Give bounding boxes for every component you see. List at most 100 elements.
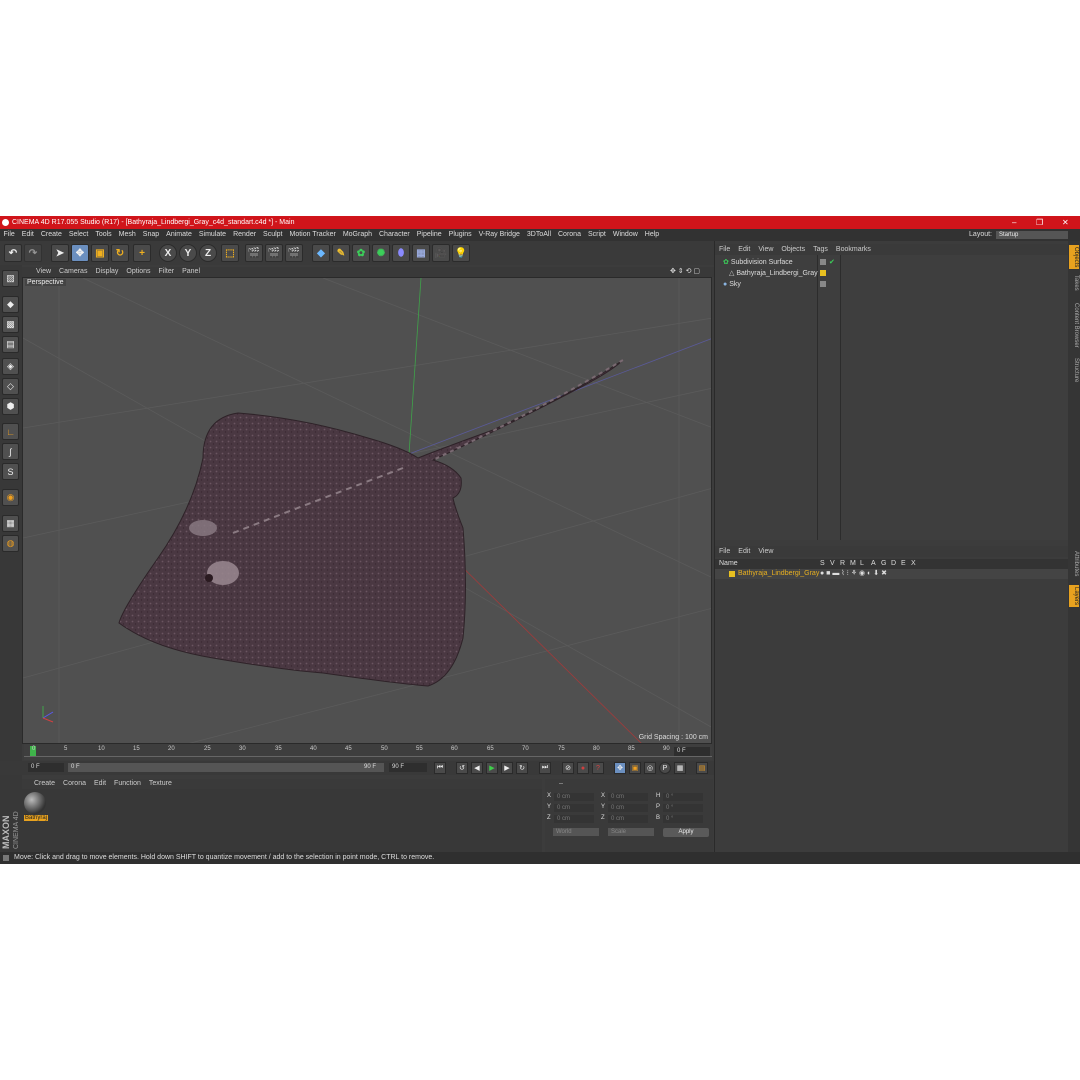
object-row-sky[interactable]: ● Sky [723, 280, 741, 290]
visibility-toggle-icon[interactable] [820, 259, 826, 265]
menu-sculpt[interactable]: Sculpt [260, 229, 286, 241]
current-frame-field[interactable]: 0 F [28, 763, 64, 772]
menu-mograph[interactable]: MoGraph [339, 229, 375, 241]
menu-animate[interactable]: Animate [163, 229, 196, 241]
vp-menu-cameras[interactable]: Cameras [55, 267, 91, 277]
apply-button[interactable]: Apply [663, 828, 709, 837]
coord-pos-y-field[interactable]: 0 cm [554, 804, 594, 812]
close-button[interactable]: ✕ [1062, 216, 1069, 229]
spline-pen-icon[interactable]: ✎ [332, 244, 350, 262]
tab-attributes[interactable]: Attributes [1069, 548, 1079, 580]
coordinate-system-icon[interactable]: ⬚ [221, 244, 239, 262]
frame-range-slider[interactable]: 0 F 90 F [68, 763, 384, 772]
menu-simulate[interactable]: Simulate [195, 229, 229, 241]
visibility-toggle-icon[interactable] [820, 281, 826, 287]
mat-menu-texture[interactable]: Texture [145, 779, 176, 789]
go-to-end-icon[interactable]: ⏭ [539, 762, 551, 774]
key-param-icon[interactable]: P [659, 762, 671, 774]
axis-mode-icon[interactable]: ∟ [2, 423, 19, 440]
tab-takes[interactable]: Takes [1069, 273, 1079, 293]
menu-vray-bridge[interactable]: V-Ray Bridge [475, 229, 523, 241]
undo-icon[interactable]: ↶ [4, 244, 22, 262]
autokey-icon[interactable]: ● [577, 762, 589, 774]
layer-name[interactable]: Bathyraja_Lindbergi_Gray [738, 569, 819, 579]
scale-tool-icon[interactable]: ▣ [91, 244, 109, 262]
render-settings-icon[interactable]: 🎬 [285, 244, 303, 262]
om-menu-view[interactable]: View [754, 244, 777, 255]
menu-select[interactable]: Select [65, 229, 91, 241]
render-view-icon[interactable]: 🎬 [245, 244, 263, 262]
viewport-nav-icons[interactable]: ✥ ⇕ ⟲ ▢ [670, 267, 700, 277]
menu-3dtoall[interactable]: 3DToAll [523, 229, 554, 241]
coord-rot-p-field[interactable]: 0 ° [663, 804, 703, 812]
coord-pos-x-field[interactable]: 0 cm [554, 793, 594, 801]
edges-mode-icon[interactable]: ◇ [2, 378, 19, 395]
tab-layers[interactable]: Layers [1069, 585, 1079, 607]
menu-window[interactable]: Window [609, 229, 641, 241]
key-rotation-icon[interactable]: ◎ [644, 762, 656, 774]
make-editable-icon[interactable]: ▨ [2, 270, 19, 287]
array-mograph-icon[interactable]: ✺ [372, 244, 390, 262]
coord-size-z-field[interactable]: 0 cm [608, 815, 648, 823]
coord-mode-world-select[interactable]: World [553, 828, 599, 836]
rotate-tool-icon[interactable]: ↻ [111, 244, 129, 262]
select-cursor-icon[interactable]: ➤ [51, 244, 69, 262]
camera-icon[interactable]: 🎥 [432, 244, 450, 262]
lm-menu-edit[interactable]: Edit [734, 546, 754, 557]
coord-rot-b-field[interactable]: 0 ° [663, 815, 703, 823]
menu-help[interactable]: Help [641, 229, 662, 241]
tab-content-browser[interactable]: Content Browser [1069, 297, 1079, 353]
menu-corona[interactable]: Corona [555, 229, 585, 241]
om-menu-edit[interactable]: Edit [734, 244, 754, 255]
menu-snap[interactable]: Snap [139, 229, 162, 241]
timeline-ruler[interactable]: 0 5 10 15 20 25 30 35 40 45 50 55 60 65 … [24, 744, 712, 760]
menu-create[interactable]: Create [37, 229, 65, 241]
snap-icon[interactable]: S [2, 463, 19, 480]
mat-menu-corona[interactable]: Corona [59, 779, 90, 789]
layout-select[interactable]: Startup [996, 231, 1068, 239]
timeline-end-field[interactable]: 0 F [674, 747, 710, 756]
menu-motion-tracker[interactable]: Motion Tracker [286, 229, 339, 241]
object-row-subdivision[interactable]: ✿ Subdivision Surface [723, 258, 793, 268]
layer-flags-icon[interactable]: ● ■ ▬ ⌇ ⁝ ⚘ ◉ ◐ ⬇ ✖ [820, 569, 887, 579]
texture-mode-icon[interactable]: ▩ [2, 316, 19, 333]
mat-menu-function[interactable]: Function [110, 779, 145, 789]
next-key-icon[interactable]: ↻ [516, 762, 528, 774]
key-position-icon[interactable]: ✥ [614, 762, 626, 774]
play-forward-icon[interactable]: ▶ [486, 762, 498, 774]
vp-menu-filter[interactable]: Filter [155, 267, 179, 277]
menu-tools[interactable]: Tools [92, 229, 115, 241]
move-tool-icon[interactable]: ✥ [71, 244, 89, 262]
om-menu-tags[interactable]: Tags [809, 244, 832, 255]
om-menu-file[interactable]: File [715, 244, 734, 255]
tab-structure[interactable]: Structure [1069, 355, 1079, 385]
coord-size-y-field[interactable]: 0 cm [608, 804, 648, 812]
deformer-icon[interactable]: ⬮ [392, 244, 410, 262]
locked-workplane-icon[interactable]: ◍ [2, 535, 19, 552]
menu-render[interactable]: Render [230, 229, 260, 241]
layer-color-icon[interactable] [820, 270, 826, 276]
light-bulb-icon[interactable]: 💡 [452, 244, 470, 262]
menu-character[interactable]: Character [376, 229, 414, 241]
record-keys-icon[interactable]: ⊘ [562, 762, 574, 774]
workplane-icon[interactable]: ▤ [2, 336, 19, 353]
enabled-check-icon[interactable]: ✔ [829, 258, 835, 266]
subdivision-nurbs-icon[interactable]: ✿ [352, 244, 370, 262]
previous-key-icon[interactable]: ↺ [456, 762, 468, 774]
axis-y-button[interactable]: Y [179, 244, 197, 262]
menu-mesh[interactable]: Mesh [115, 229, 139, 241]
step-forward-icon[interactable]: ▶ [501, 762, 513, 774]
material-preview-ball[interactable] [24, 792, 46, 814]
tweak-mode-icon[interactable]: ∫ [2, 443, 19, 460]
timeline-window-icon[interactable]: ▤ [696, 762, 708, 774]
menu-edit[interactable]: Edit [18, 229, 37, 241]
menu-plugins[interactable]: Plugins [445, 229, 475, 241]
floor-scene-icon[interactable]: ▦ [412, 244, 430, 262]
lm-menu-view[interactable]: View [754, 546, 777, 557]
viewport-camera-label[interactable]: Perspective [25, 279, 66, 286]
vp-menu-view[interactable]: View [22, 267, 55, 277]
material-name-label[interactable]: Bathyraj [24, 815, 49, 821]
coord-rot-h-field[interactable]: 0 ° [663, 793, 703, 801]
axis-x-button[interactable]: X [159, 244, 177, 262]
vp-menu-panel[interactable]: Panel [178, 267, 204, 277]
